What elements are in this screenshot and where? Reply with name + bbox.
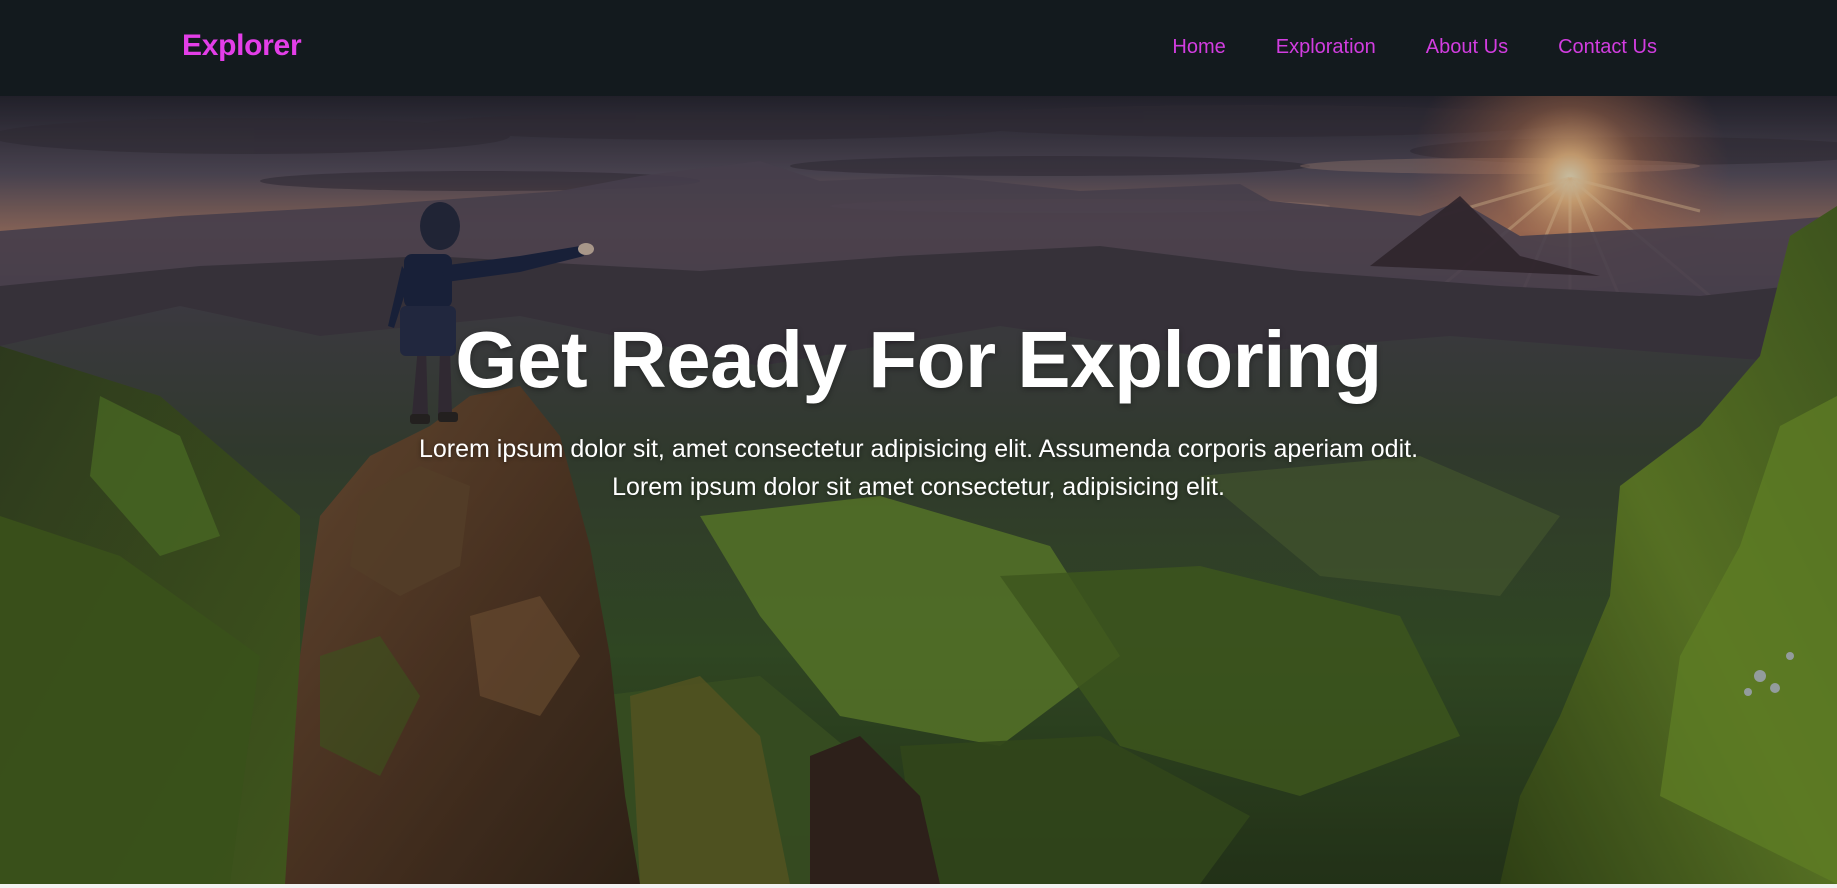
hero-section: Get Ready For Exploring Lorem ipsum dolo… [0,96,1837,884]
hero-subtitle: Lorem ipsum dolor sit, amet consectetur … [329,430,1509,506]
nav-link-about-us[interactable]: About Us [1426,36,1508,58]
nav-link-exploration[interactable]: Exploration [1276,36,1376,58]
page: Explorer Home Exploration About Us Conta… [0,0,1837,888]
hero-title: Get Ready For Exploring [455,315,1382,404]
hero-subtitle-line-2: Lorem ipsum dolor sit amet consectetur, … [612,473,1225,501]
nav-item-exploration: Exploration [1276,36,1376,59]
hero-subtitle-line-1: Lorem ipsum dolor sit, amet consectetur … [418,435,1419,463]
nav-link-contact-us[interactable]: Contact Us [1558,36,1657,58]
nav-item-contact-us: Contact Us [1558,36,1657,59]
brand-logo[interactable]: Explorer [182,29,302,63]
nav-link-home[interactable]: Home [1172,36,1225,58]
navbar: Explorer Home Exploration About Us Conta… [0,0,1837,96]
hero-content: Get Ready For Exploring Lorem ipsum dolo… [0,318,1837,506]
nav-item-home: Home [1172,36,1225,59]
nav-menu: Home Exploration About Us Contact Us [1172,36,1657,59]
nav-item-about-us: About Us [1426,36,1508,59]
page-bottom-edge [0,884,1837,888]
